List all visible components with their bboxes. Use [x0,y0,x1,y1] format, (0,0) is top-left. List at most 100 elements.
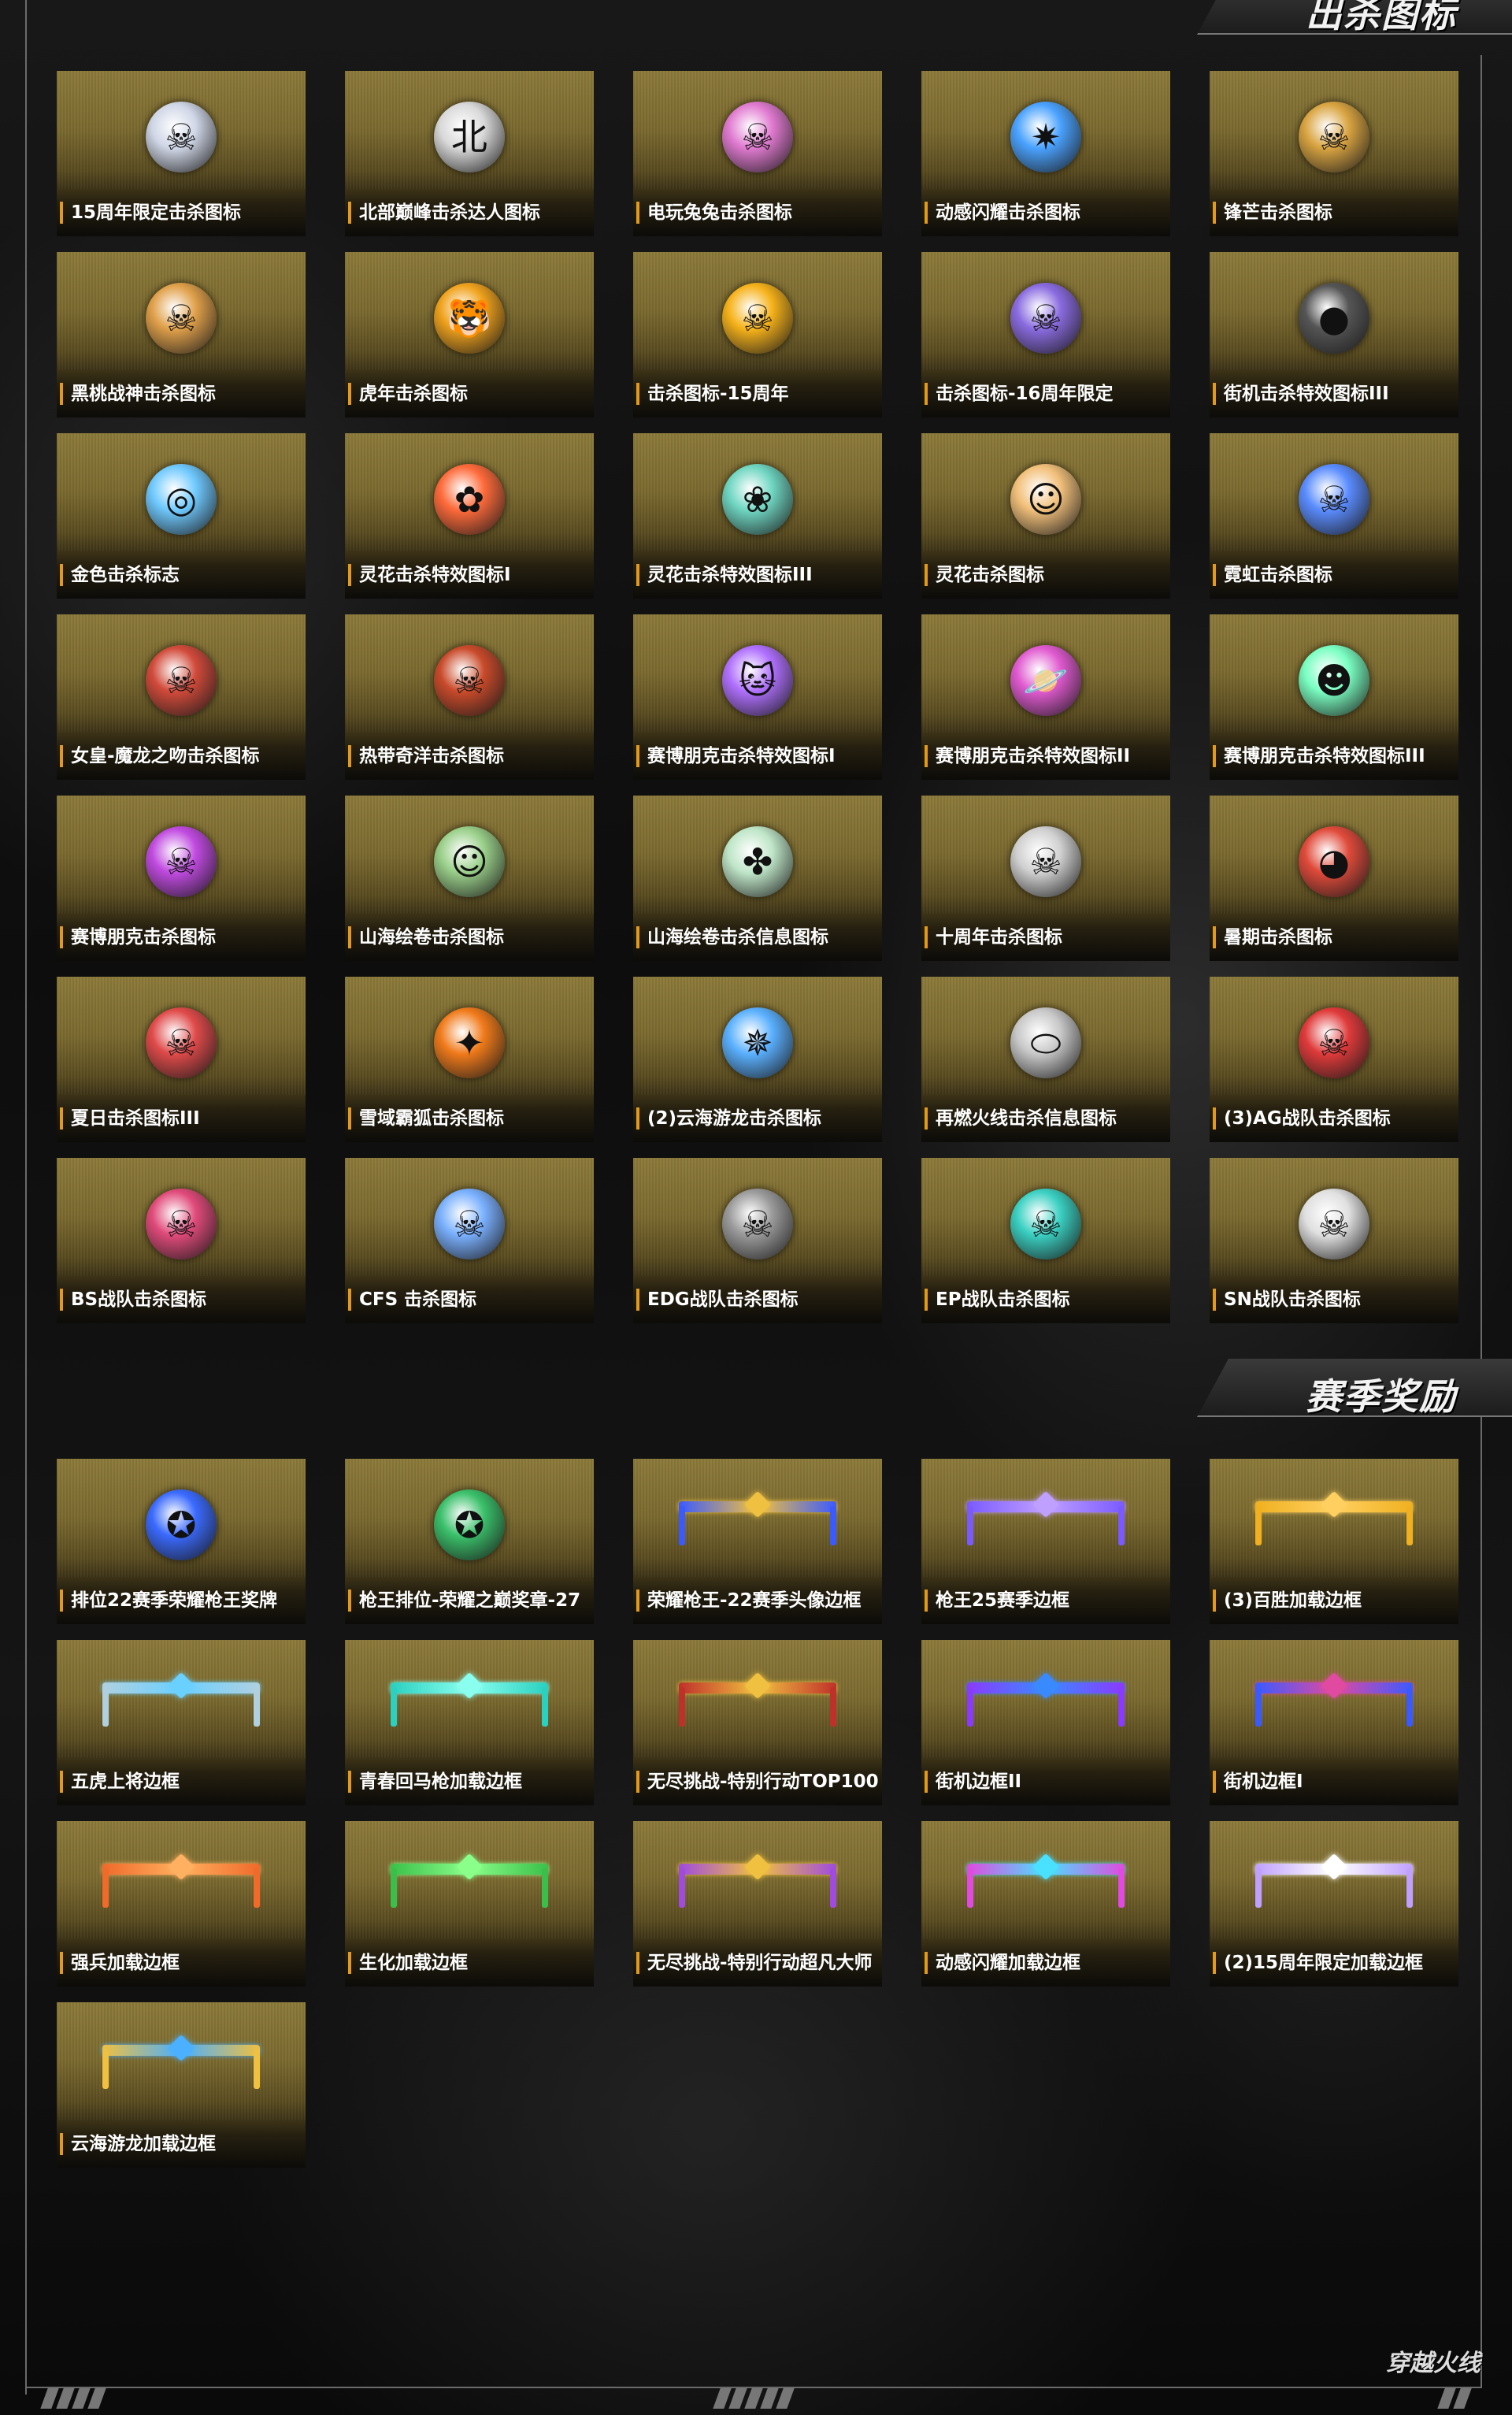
reward-label: 山海绘卷击杀图标 [348,926,592,948]
reward-card[interactable]: ☠ EP战队击杀图标 [921,1158,1170,1323]
reward-card[interactable]: ⬭ 再燃火线击杀信息图标 [921,977,1170,1142]
reward-label: (3)百胜加载边框 [1213,1590,1457,1612]
reward-card[interactable]: ✷ 动感闪耀击杀图标 [921,71,1170,236]
reward-label: 荣耀枪王-22赛季头像边框 [636,1590,880,1612]
reward-card[interactable]: 生化加载边框 [345,1821,594,1987]
reward-label: 灵花击杀特效图标III [636,564,880,586]
reward-label: SN战队击杀图标 [1213,1289,1457,1311]
reward-card[interactable]: (3)百胜加载边框 [1210,1459,1458,1624]
reward-label: (2)云海游龙击杀图标 [636,1107,880,1130]
reward-card[interactable]: ☠ 十周年击杀图标 [921,796,1170,961]
dog-tags-icon: ⬭ [1006,1003,1085,1082]
reward-card[interactable]: ✦ 雪域霸狐击杀图标 [345,977,594,1142]
skull-hibiscus-icon: ☠ [142,1003,220,1082]
reward-label: 山海绘卷击杀信息图标 [636,926,880,948]
reward-card[interactable]: ☠ 击杀图标-15周年 [633,252,882,417]
reward-label: 赛博朋克击杀特效图标II [925,745,1169,767]
reward-label: 生化加载边框 [348,1952,592,1974]
reward-card[interactable]: 枪王25赛季边框 [921,1459,1170,1624]
reward-label: 暑期击杀图标 [1213,926,1457,948]
reward-card[interactable]: ☠ CFS 击杀图标 [345,1158,594,1323]
reward-label: 街机击杀特效图标III [1213,383,1457,405]
reward-card[interactable]: 街机边框I [1210,1640,1458,1805]
reward-card[interactable]: 无尽挑战-特别行动TOP100 [633,1640,882,1805]
red-flower-icon: ✿ [430,460,509,539]
footer-deco-center [713,2388,795,2409]
reward-card[interactable]: ☺ 山海绘卷击杀图标 [345,796,594,961]
cloud-dragon-frame-icon [102,2029,260,2108]
anniversary-frame-icon [1255,1848,1413,1927]
reward-card[interactable]: ☠ (3)AG战队击杀图标 [1210,977,1458,1142]
section-title: 赛季奖励 [1306,1375,1457,1418]
reward-label: EDG战队击杀图标 [636,1289,880,1311]
bomb-icon: ● [1295,279,1373,358]
reward-card[interactable]: ✪ 枪王排位-荣耀之巅奖章-27 [345,1459,594,1624]
reward-card[interactable]: ✵ (2)云海游龙击杀图标 [633,977,882,1142]
silver-dragon-frame-icon [102,1667,260,1745]
reward-label: 动感闪耀加载边框 [925,1952,1169,1974]
cyber-cat-icon: 🐱 [718,641,797,720]
arcade-blue-frame-icon [1255,1667,1413,1745]
skull-red-star-icon: ☠ [1295,1003,1373,1082]
section-title: 出杀图标 [1306,0,1457,35]
reward-card[interactable]: ☠ 赛博朋克击杀图标 [57,796,306,961]
reward-card[interactable]: 荣耀枪王-22赛季头像边框 [633,1459,882,1624]
cf-logo-icon: 穿越火线 [1386,2343,1480,2378]
purple-gold-frame-icon [679,1848,836,1927]
reward-label: 北部巅峰击杀达人图标 [348,202,592,224]
reward-card[interactable]: ☠ 女皇-魔龙之吻击杀图标 [57,614,306,780]
reward-card[interactable]: 🪐 赛博朋克击杀特效图标II [921,614,1170,780]
reward-card[interactable]: ☠ 锋芒击杀图标 [1210,71,1458,236]
reward-label: 雪域霸狐击杀图标 [348,1107,592,1130]
reward-label: 赛博朋克击杀特效图标I [636,745,880,767]
reward-card[interactable]: ◎ 金色击杀标志 [57,433,306,599]
skull-teal-star-icon: ☠ [1006,1185,1085,1263]
reward-card[interactable]: ✿ 灵花击杀特效图标I [345,433,594,599]
reward-card[interactable]: ☠ 霓虹击杀图标 [1210,433,1458,599]
chibi-face-icon: ☺ [1006,460,1085,539]
skull-flowers-icon: ☠ [1006,822,1085,901]
reward-card[interactable]: ● 街机击杀特效图标III [1210,252,1458,417]
reward-card[interactable]: ☠ 夏日击杀图标III [57,977,306,1142]
reward-card[interactable]: ☺ 灵花击杀图标 [921,433,1170,599]
reward-label: 街机边框I [1213,1771,1457,1793]
reward-card[interactable]: ☠ 热带奇洋击杀图标 [345,614,594,780]
reward-label: 15周年限定击杀图标 [60,202,304,224]
skull-dark-star-icon: ☠ [718,1185,797,1263]
reward-card[interactable]: ☠ 电玩兔兔击杀图标 [633,71,882,236]
reward-card[interactable]: 云海游龙加载边框 [57,2002,306,2168]
arcade-purple-frame-icon [967,1667,1125,1745]
reward-card[interactable]: ☠ 15周年限定击杀图标 [57,71,306,236]
blue-gold-wing-frame-icon [679,1486,836,1564]
reward-card[interactable]: 五虎上将边框 [57,1640,306,1805]
reward-card[interactable]: ❀ 灵花击杀特效图标III [633,433,882,599]
skull-blue-wings-icon: ☠ [430,1185,509,1263]
reward-card[interactable]: 青春回马枪加载边框 [345,1640,594,1805]
reward-card[interactable]: 动感闪耀加载边框 [921,1821,1170,1987]
reward-label: EP战队击杀图标 [925,1289,1169,1311]
reward-card[interactable]: ☠ SN战队击杀图标 [1210,1158,1458,1323]
reward-card[interactable]: ☠ 击杀图标-16周年限定 [921,252,1170,417]
reward-card[interactable]: ☻ 赛博朋克击杀特效图标III [1210,614,1458,780]
reward-card[interactable]: 🐱 赛博朋克击杀特效图标I [633,614,882,780]
reward-label: 热带奇洋击杀图标 [348,745,592,767]
reward-label: 电玩兔兔击杀图标 [636,202,880,224]
reward-card[interactable]: 强兵加载边框 [57,1821,306,1987]
reward-card[interactable]: ✤ 山海绘卷击杀信息图标 [633,796,882,961]
reward-card[interactable]: ◕ 暑期击杀图标 [1210,796,1458,961]
reward-label: 赛博朋克击杀特效图标III [1213,745,1457,767]
reward-card[interactable]: ✪ 排位22赛季荣耀枪王奖牌 [57,1459,306,1624]
blue-gem-medal-icon: ✪ [142,1486,220,1564]
reward-card[interactable]: 街机边框II [921,1640,1170,1805]
teal-frame-icon [391,1667,548,1745]
reward-card[interactable]: (2)15周年限定加载边框 [1210,1821,1458,1987]
reward-card[interactable]: ☠ EDG战队击杀图标 [633,1158,882,1323]
cat-badge-icon: ☺ [430,822,509,901]
skull-flame-wings-icon: ☠ [718,279,797,358]
reward-card[interactable]: 北北部巅峰击杀达人图标 [345,71,594,236]
reward-card[interactable]: ☠ BS战队击杀图标 [57,1158,306,1323]
reward-card[interactable]: 无尽挑战-特别行动超凡大师 [633,1821,882,1987]
reward-card[interactable]: ☠ 黑桃战神击杀图标 [57,252,306,417]
reward-card[interactable]: 🐯 虎年击杀图标 [345,252,594,417]
red-gold-frame-icon [679,1667,836,1745]
